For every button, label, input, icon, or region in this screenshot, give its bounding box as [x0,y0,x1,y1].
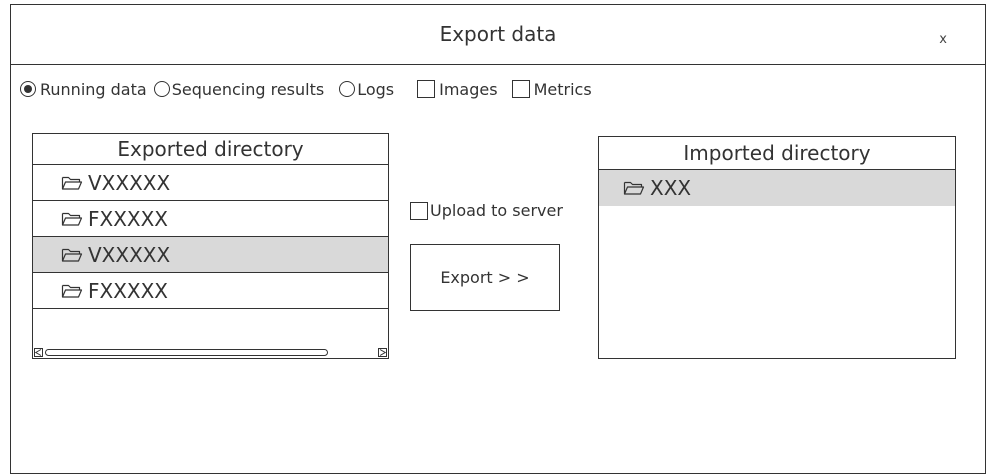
checkbox-icon [511,80,530,98]
list-item-label: FXXXXX [88,278,169,303]
folder-icon [61,283,83,299]
folder-icon [623,180,645,196]
list-item-selected[interactable]: XXX [599,170,955,206]
checkbox-metrics[interactable]: Metrics [511,79,592,99]
upload-to-server-checkbox[interactable]: Upload to server [410,201,563,220]
dialog-titlebar: Export data x [11,5,985,65]
sequencing-results-label: Sequencing results [171,79,325,99]
images-label: Images [439,79,498,99]
export-type-options: Running data Sequencing results Logs Ima… [20,78,592,100]
exported-directory-header: Exported directory [33,134,388,165]
folder-icon [61,211,83,227]
radio-unselected-icon [339,81,356,97]
horizontal-scrollbar[interactable] [33,347,388,358]
radio-logs[interactable]: Logs [339,80,394,99]
imported-directory-list: Imported directory XXX [598,136,956,359]
close-button[interactable]: x [939,32,947,47]
list-item-label: VXXXXX [88,170,171,195]
logs-label: Logs [357,79,395,99]
checkbox-icon [417,80,436,98]
list-item-selected[interactable]: VXXXXX [33,237,388,273]
list-item[interactable]: VXXXXX [33,165,388,201]
checkbox-icon [410,201,428,220]
radio-running-data[interactable]: Running data [20,80,147,99]
folder-icon [61,247,83,263]
list-item-label: FXXXXX [88,206,169,231]
dialog-title: Export data [439,22,557,46]
running-data-label: Running data [40,79,147,99]
exported-directory-list: Exported directory VXXXXX FXXXXX VXXXXX … [32,133,389,359]
list-item[interactable]: FXXXXX [33,201,388,237]
metrics-label: Metrics [533,79,592,99]
list-item-label: XXX [650,176,692,200]
checkbox-images[interactable]: Images [417,79,498,99]
folder-icon [61,175,83,191]
scroll-left-icon[interactable] [34,348,43,357]
upload-to-server-label: Upload to server [430,201,563,220]
scrollbar-thumb[interactable] [45,349,328,356]
radio-selected-icon [20,81,36,97]
radio-sequencing-results[interactable]: Sequencing results [153,79,325,99]
imported-directory-header: Imported directory [599,137,955,170]
list-item[interactable]: FXXXXX [33,273,388,309]
scroll-right-icon[interactable] [378,348,387,357]
export-button[interactable]: Export > > [410,244,560,311]
radio-unselected-icon [153,81,170,97]
list-item-label: VXXXXX [88,242,171,267]
